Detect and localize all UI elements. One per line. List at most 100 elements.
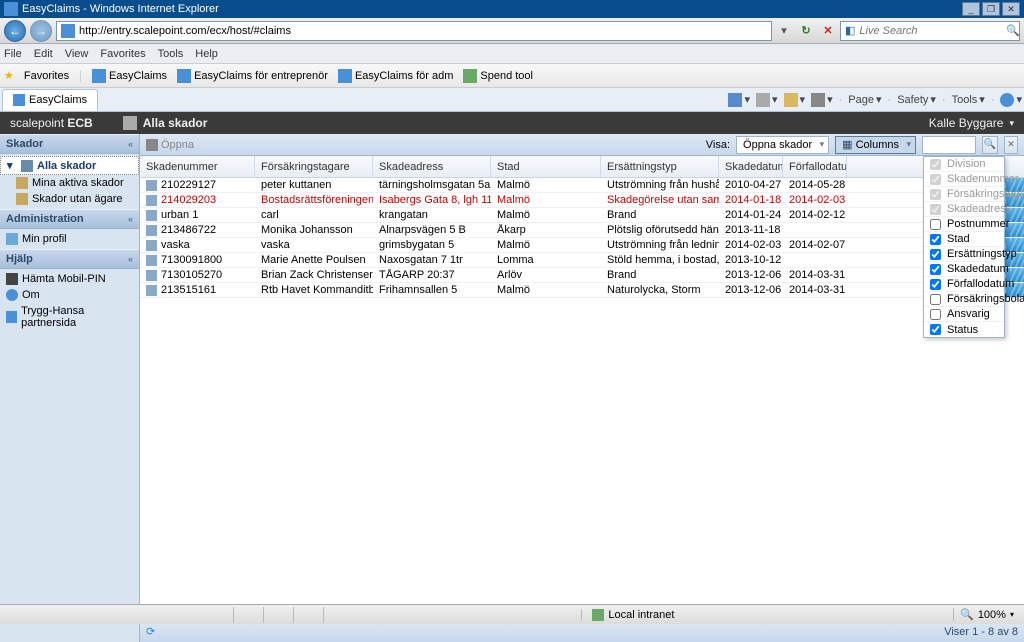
column-checkbox[interactable] [930, 234, 941, 245]
table-row[interactable]: vaskavaskagrimsbygatan 5MalmöUtströmning… [140, 238, 1024, 253]
columns-menu-item[interactable]: Försäkringsbolag [924, 292, 1004, 307]
security-zone[interactable]: Local intranet [581, 609, 684, 621]
fav-adm[interactable]: EasyClaims för adm [338, 69, 453, 83]
columns-menu-item[interactable]: Försäkringstagare [924, 187, 1004, 202]
user-menu[interactable]: Kalle Byggare▾ [929, 116, 1014, 130]
columns-menu-item[interactable]: Division [924, 157, 1004, 172]
tools-menu[interactable]: Tools ▾ [952, 93, 985, 106]
columns-menu-item[interactable]: Stad [924, 232, 1004, 247]
columns-menu-item[interactable]: Ersättningstyp [924, 247, 1004, 262]
sidebar-item-min-profil[interactable]: Min profil [0, 231, 139, 247]
sidebar-header-skador[interactable]: Skador« [0, 134, 139, 154]
stop-button[interactable]: ✕ [820, 24, 836, 37]
sidebar-item-mina-aktiva[interactable]: Mina aktiva skador [0, 175, 139, 191]
collapse-icon[interactable]: « [128, 214, 133, 224]
browser-search[interactable]: ◧ 🔍 [840, 21, 1020, 41]
menu-file[interactable]: File [4, 48, 22, 60]
column-checkbox[interactable] [930, 204, 941, 215]
sidebar-item-partnersida[interactable]: Trygg-Hansa partnersida [0, 303, 139, 331]
table-row[interactable]: 210229127peter kuttanentärningsholmsgata… [140, 178, 1024, 193]
refresh-icon[interactable]: ⟳ [146, 625, 160, 639]
column-checkbox[interactable] [930, 294, 941, 305]
back-button[interactable]: ← [4, 20, 26, 42]
grid-clear-button[interactable]: ✕ [1004, 136, 1018, 154]
col-forsakringstagare[interactable]: Försäkringstagare [255, 156, 373, 177]
refresh-button[interactable]: ↻ [796, 21, 816, 41]
menu-view[interactable]: View [65, 48, 89, 60]
column-checkbox[interactable] [930, 159, 941, 170]
feeds-button[interactable]: ▾ [756, 93, 778, 107]
column-checkbox[interactable] [930, 249, 941, 260]
col-skadedatum[interactable]: Skadedatum [719, 156, 783, 177]
columns-menu-item[interactable]: Status [924, 322, 1004, 337]
col-ersattningstyp[interactable]: Ersättningstyp [601, 156, 719, 177]
columns-menu-item[interactable]: Förfallodatum [924, 277, 1004, 292]
columns-menu-item[interactable]: Skadedatum [924, 262, 1004, 277]
col-skadenummer[interactable]: Skadenummer [140, 156, 255, 177]
column-checkbox[interactable] [930, 279, 941, 290]
columns-menu-item[interactable]: Ansvarig [924, 307, 1004, 322]
menu-edit[interactable]: Edit [34, 48, 53, 60]
collapse-icon[interactable]: « [128, 254, 133, 264]
search-go-icon[interactable]: 🔍 [1006, 24, 1020, 37]
table-row[interactable]: 7130105270Brian Zack ChristensenTÅGARP 2… [140, 268, 1024, 283]
menu-help[interactable]: Help [195, 48, 218, 60]
sidebar-item-om[interactable]: Om [0, 287, 139, 303]
column-checkbox[interactable] [930, 189, 941, 200]
safety-menu[interactable]: Safety ▾ [897, 93, 936, 106]
column-checkbox[interactable] [930, 324, 941, 335]
grid-search-input[interactable] [922, 136, 976, 154]
print-button[interactable]: ▾ [811, 93, 833, 107]
favorites-star-icon[interactable]: ★ [4, 69, 14, 82]
minimize-button[interactable]: _ [962, 2, 980, 16]
grid-search-button[interactable]: 🔍 [982, 136, 998, 154]
open-icon [146, 139, 158, 151]
column-checkbox[interactable] [930, 174, 941, 185]
columns-menu-item[interactable]: Skadeadress [924, 202, 1004, 217]
fav-entreprenor[interactable]: EasyClaims för entreprenör [177, 69, 328, 83]
sidebar-header-admin[interactable]: Administration« [0, 209, 139, 229]
sidebar-item-mobil-pin[interactable]: Hämta Mobil-PIN [0, 271, 139, 287]
open-button[interactable]: Öppna [146, 139, 194, 151]
url-dropdown[interactable]: ▾ [776, 24, 792, 37]
fav-spend[interactable]: Spend tool [463, 69, 533, 83]
collapse-icon[interactable]: « [128, 139, 133, 149]
fav-easyclaims[interactable]: EasyClaims [92, 69, 167, 83]
url-input[interactable] [79, 25, 767, 37]
column-checkbox[interactable] [930, 219, 941, 230]
sidebar-header-help[interactable]: Hjälp« [0, 249, 139, 269]
table-row[interactable]: urban 1carlkrangatanMalmöBrand2014-01-24… [140, 208, 1024, 223]
column-checkbox[interactable] [930, 264, 941, 275]
claims-icon [123, 116, 137, 130]
column-checkbox[interactable] [930, 309, 941, 320]
mail-button[interactable]: ▾ [784, 93, 806, 107]
menu-favorites[interactable]: Favorites [100, 48, 145, 60]
table-row[interactable]: 213486722Monika JohanssonAlnarpsvägen 5 … [140, 223, 1024, 238]
home-button[interactable]: ▾ [728, 93, 750, 107]
sidebar-item-utan-agare[interactable]: Skador utan ägare [0, 191, 139, 207]
col-skadeadress[interactable]: Skadeadress [373, 156, 491, 177]
page-menu[interactable]: Page ▾ [848, 93, 881, 106]
table-row[interactable]: 7130091800Marie Anette PoulsenNaxosgatan… [140, 253, 1024, 268]
close-button[interactable]: ✕ [1002, 2, 1020, 16]
zoom-control[interactable]: 🔍 100% ▾ [953, 608, 1020, 621]
table-row[interactable]: 213515161Rtb Havet KommanditbolagFrihamn… [140, 283, 1024, 298]
restore-button[interactable]: ❐ [982, 2, 1000, 16]
column-label: Försäkringsbolag [947, 293, 1024, 305]
browser-tab[interactable]: EasyClaims [2, 89, 98, 111]
tree-toggle-icon[interactable]: ▾ [7, 159, 17, 172]
forward-button[interactable]: → [30, 20, 52, 42]
table-row[interactable]: 214029203Bostadsrättsföreningen SkrovetI… [140, 193, 1024, 208]
help-button[interactable]: ▾ [1000, 93, 1022, 107]
col-forfallodatum[interactable]: Förfallodatum [783, 156, 847, 177]
search-input[interactable] [859, 25, 1002, 37]
filter-combo[interactable]: Öppna skador [736, 136, 829, 154]
columns-menu-item[interactable]: Postnummer [924, 217, 1004, 232]
app-brand: scalepoint ECB [10, 116, 93, 130]
sidebar-item-alla-skador[interactable]: ▾Alla skador [0, 156, 139, 175]
menu-tools[interactable]: Tools [158, 48, 184, 60]
columns-menu-item[interactable]: Skadenummer [924, 172, 1004, 187]
address-bar[interactable] [56, 21, 772, 41]
col-stad[interactable]: Stad [491, 156, 601, 177]
columns-button[interactable]: ▦ Columns [835, 136, 916, 154]
